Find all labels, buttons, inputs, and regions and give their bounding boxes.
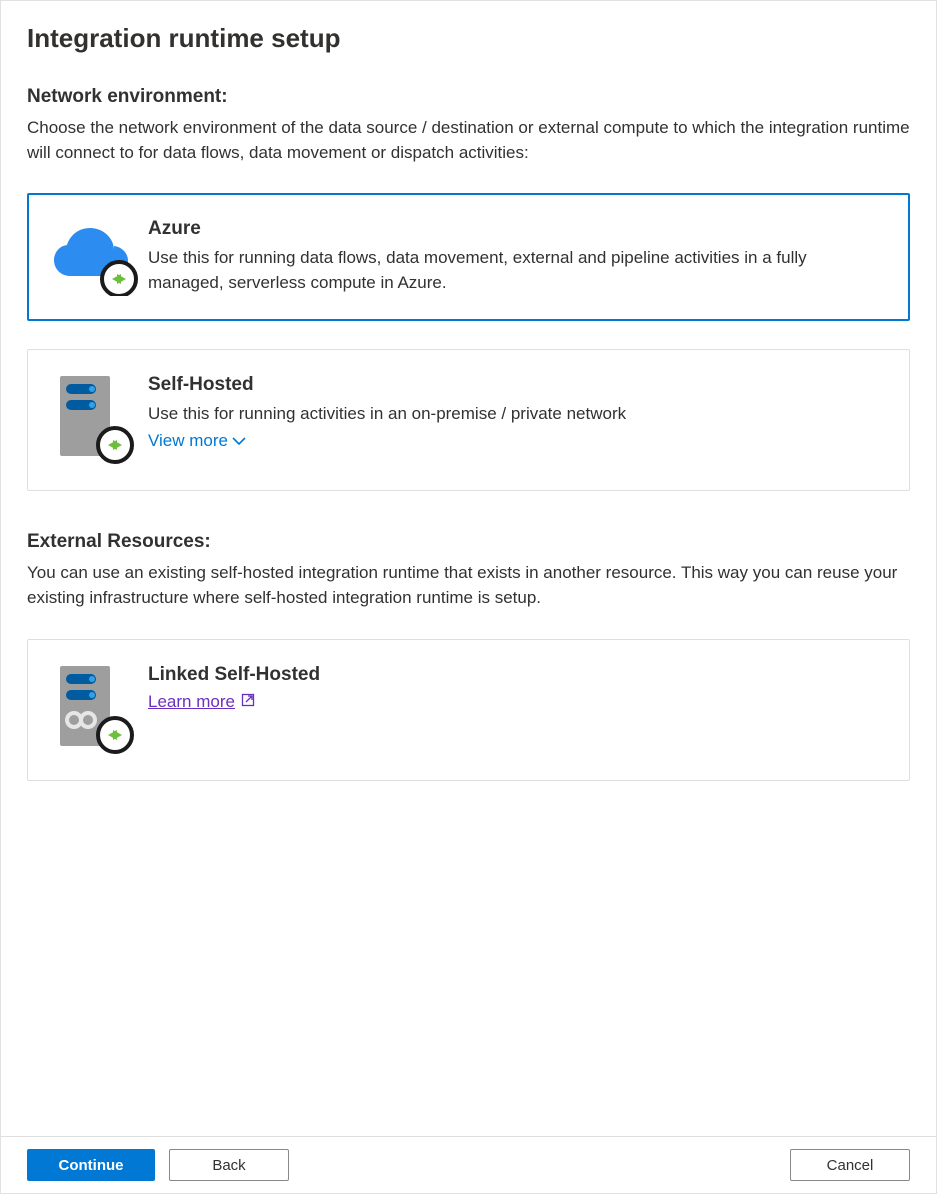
dialog-footer: Continue Back Cancel xyxy=(1,1136,936,1193)
option-linked-title: Linked Self-Hosted xyxy=(148,664,883,686)
option-azure-text: Azure Use this for running data flows, d… xyxy=(148,218,883,295)
learn-more-label: Learn more xyxy=(148,692,235,712)
option-azure[interactable]: Azure Use this for running data flows, d… xyxy=(27,193,910,321)
server-icon xyxy=(52,374,148,466)
azure-cloud-icon xyxy=(52,218,148,296)
dialog-content: Integration runtime setup Network enviro… xyxy=(1,1,936,1136)
option-linked-selfhosted[interactable]: Linked Self-Hosted Learn more xyxy=(27,639,910,781)
option-azure-desc: Use this for running data flows, data mo… xyxy=(148,246,883,295)
learn-more-link[interactable]: Learn more xyxy=(148,692,255,712)
external-link-icon xyxy=(241,692,255,712)
cancel-button[interactable]: Cancel xyxy=(790,1149,910,1181)
linked-server-icon xyxy=(52,664,148,756)
option-azure-title: Azure xyxy=(148,218,883,240)
page-title: Integration runtime setup xyxy=(27,23,910,54)
continue-button[interactable]: Continue xyxy=(27,1149,155,1181)
option-selfhosted[interactable]: Self-Hosted Use this for running activit… xyxy=(27,349,910,491)
external-section-desc: You can use an existing self-hosted inte… xyxy=(27,561,910,610)
option-selfhosted-title: Self-Hosted xyxy=(148,374,883,396)
chevron-down-icon xyxy=(232,431,246,451)
view-more-link[interactable]: View more xyxy=(148,431,246,451)
network-section-title: Network environment: xyxy=(27,86,910,108)
view-more-label: View more xyxy=(148,431,228,451)
network-section-desc: Choose the network environment of the da… xyxy=(27,116,910,165)
option-selfhosted-text: Self-Hosted Use this for running activit… xyxy=(148,374,883,451)
external-section-title: External Resources: xyxy=(27,531,910,553)
option-linked-text: Linked Self-Hosted Learn more xyxy=(148,664,883,712)
back-button[interactable]: Back xyxy=(169,1149,289,1181)
option-selfhosted-desc: Use this for running activities in an on… xyxy=(148,402,883,427)
